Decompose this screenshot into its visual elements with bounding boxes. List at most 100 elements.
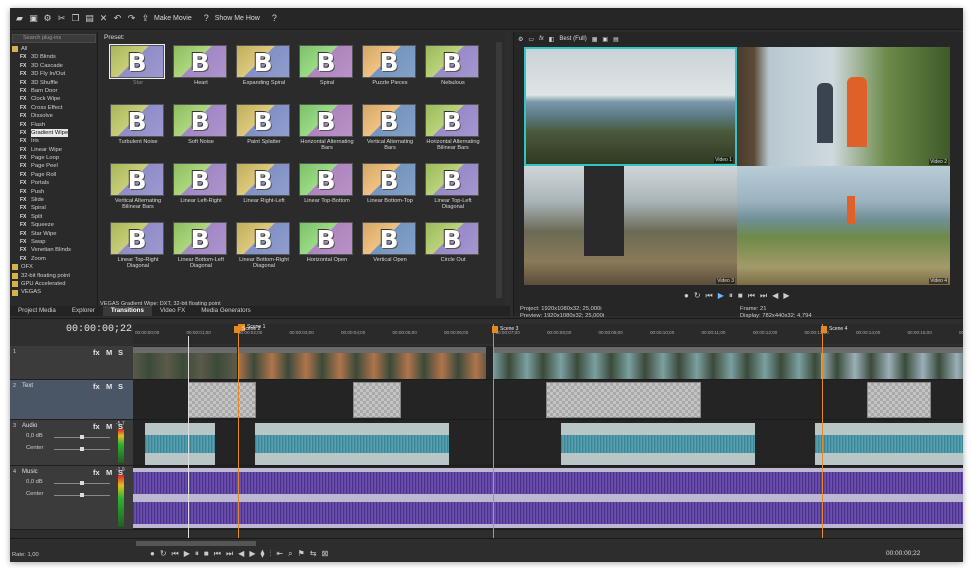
preset-tile[interactable]: B Expanding Spiral — [236, 45, 292, 91]
audio-clip[interactable] — [561, 423, 755, 465]
copy-snapshot-icon[interactable]: ▣ — [602, 36, 608, 43]
copy-icon[interactable]: ❐ — [70, 13, 81, 24]
video-clip[interactable] — [821, 347, 963, 379]
previous-frame-icon[interactable]: ◀ — [238, 549, 244, 559]
plugin-item[interactable]: FX Barn Door — [12, 87, 96, 95]
go-to-start-icon[interactable]: ⏮ — [214, 549, 221, 559]
preset-tile[interactable]: B Horizontal Alternating Bars — [299, 104, 355, 151]
text-clip[interactable] — [188, 382, 256, 418]
preset-tile[interactable]: B Linear Top-Bottom — [299, 163, 355, 209]
plugin-item[interactable]: FX Slide — [12, 196, 96, 204]
pan-knob[interactable] — [80, 493, 84, 497]
marker-icon[interactable]: ⚑ — [298, 549, 305, 559]
plugin-item[interactable]: GPU Accelerated — [12, 280, 96, 288]
preset-tile[interactable]: B Horizontal Alternating Bilinear Bars — [425, 104, 481, 151]
plugin-item[interactable]: FX Iris — [12, 137, 96, 145]
preset-tile[interactable]: B Linear Right-Left — [236, 163, 292, 209]
preset-tile[interactable]: B Heart — [173, 45, 229, 91]
preset-tile[interactable]: B Linear Bottom-Left Diagonal — [173, 222, 229, 269]
open-folder-icon[interactable]: ▰ — [14, 13, 25, 24]
volume-knob[interactable] — [80, 435, 84, 439]
preset-tile[interactable]: B Linear Bottom-Right Diagonal — [236, 222, 292, 269]
preset-scrollbar[interactable] — [496, 42, 502, 298]
record-icon[interactable]: ● — [150, 549, 155, 559]
plugin-item[interactable]: FX Page Peel — [12, 162, 96, 170]
mute-button[interactable]: M — [106, 422, 112, 431]
go-to-start-icon[interactable]: ⏮ — [748, 291, 755, 301]
fx-icon[interactable]: fx — [93, 348, 100, 357]
text-clip[interactable] — [353, 382, 401, 418]
plugin-item[interactable]: FX Linear Wipe — [12, 146, 96, 154]
play-from-start-icon[interactable]: ⏮ — [706, 291, 713, 301]
undo-icon[interactable]: ↶ — [112, 13, 123, 24]
show-me-how-button[interactable]: Show Me How — [215, 15, 260, 22]
go-to-end-icon[interactable]: ⏭ — [226, 549, 233, 559]
plugin-item[interactable]: OFX — [12, 263, 96, 271]
plugin-item[interactable]: 32-bit floating point — [12, 272, 96, 280]
gear-icon[interactable]: ⚙ — [42, 13, 53, 24]
trim-icon[interactable]: ⇤ — [276, 549, 283, 559]
paste-icon[interactable]: ▤ — [84, 13, 95, 24]
play-icon[interactable]: ▶ — [184, 549, 190, 559]
plugin-item[interactable]: FX Zoom — [12, 255, 96, 263]
cut-icon[interactable]: ✂ — [56, 13, 67, 24]
preset-tile[interactable]: B Linear Bottom-Top — [362, 163, 418, 209]
plugin-item[interactable]: FX Swap — [12, 238, 96, 246]
stop-icon[interactable]: ■ — [738, 291, 743, 301]
play-icon[interactable]: ▶ — [718, 291, 724, 301]
delete-icon[interactable]: ✕ — [98, 13, 109, 24]
solo-button[interactable]: S — [118, 382, 123, 391]
record-icon[interactable]: ● — [684, 291, 689, 301]
scene-marker[interactable]: Scene 3 — [492, 325, 518, 333]
plugin-item[interactable]: FX Spiral — [12, 204, 96, 212]
split-icon[interactable]: ⫶ — [269, 549, 271, 559]
plugin-item[interactable]: FX Push — [12, 188, 96, 196]
plugin-item[interactable]: FX 3D Shuffle — [12, 79, 96, 87]
mute-button[interactable]: M — [106, 348, 112, 357]
timeline-ruler[interactable]: 00:00:00;00 00:00:01;00 00:00:02;00 00:00:0… — [133, 323, 963, 344]
track-header[interactable]: 3 Audio fx M S 0,0 dB Center -5,7 — [10, 420, 133, 466]
fx-icon[interactable]: fx — [93, 382, 100, 391]
plugin-item[interactable]: FX Dissolve — [12, 112, 96, 120]
preview-settings-icon[interactable]: ⚙ — [518, 36, 523, 43]
mute-button[interactable]: M — [106, 468, 112, 477]
audio-clip[interactable] — [815, 423, 963, 465]
audio-clip[interactable] — [255, 423, 449, 465]
plugin-item[interactable]: FX Split — [12, 213, 96, 221]
preset-tile[interactable]: B Spiral — [299, 45, 355, 91]
go-to-end-icon[interactable]: ⏭ — [760, 291, 767, 301]
music-clip[interactable] — [133, 468, 963, 528]
video-clip[interactable] — [493, 347, 821, 379]
tab-media-generators[interactable]: Media Generators — [193, 306, 259, 316]
plugin-item[interactable]: FX Gradient Wipe — [12, 128, 96, 138]
split-screen-icon[interactable]: ◧ — [549, 36, 555, 43]
save-icon[interactable]: ▣ — [28, 13, 39, 24]
plugin-item[interactable]: FX 3D Blinds — [12, 53, 96, 61]
plugin-item[interactable]: FX Squeeze — [12, 221, 96, 229]
preset-tile[interactable]: B Nebulous — [425, 45, 481, 91]
preset-tile[interactable]: B Circle Out — [425, 222, 481, 268]
volume-knob[interactable] — [80, 481, 84, 485]
plugin-item[interactable]: All — [12, 45, 96, 53]
preset-tile[interactable]: B Linear Top-Left Diagonal — [425, 163, 481, 210]
plugin-item[interactable]: FX 3D Fly In/Out — [12, 70, 96, 78]
plugin-item[interactable]: FX Cross Effect — [12, 104, 96, 112]
text-clip[interactable] — [546, 382, 701, 418]
playhead[interactable] — [188, 336, 189, 538]
help-icon[interactable]: ? — [269, 13, 280, 24]
preset-tile[interactable]: B Vertical Alternating Bilinear Bars — [110, 163, 166, 210]
scene-marker[interactable]: Scene 4 — [821, 325, 847, 333]
make-movie-icon[interactable]: ⇪ — [140, 13, 151, 24]
solo-button[interactable]: S — [118, 348, 123, 357]
loop-icon[interactable]: ↻ — [694, 291, 701, 301]
preview-quality-select[interactable]: Best (Full) — [559, 36, 586, 42]
pause-icon[interactable]: ⏸ — [195, 549, 199, 559]
plugin-item[interactable]: FX Page Loop — [12, 154, 96, 162]
play-from-start-icon[interactable]: ⏮ — [172, 549, 179, 559]
pause-icon[interactable]: ⏸ — [729, 291, 733, 301]
preset-tile[interactable]: B Linear Left-Right — [173, 163, 229, 209]
plugin-item[interactable]: FX Star Wipe — [12, 230, 96, 238]
plugin-item[interactable]: FX Clock Wipe — [12, 95, 96, 103]
tab-project-media[interactable]: Project Media — [10, 306, 64, 316]
plugin-item[interactable]: FX Portals — [12, 179, 96, 187]
